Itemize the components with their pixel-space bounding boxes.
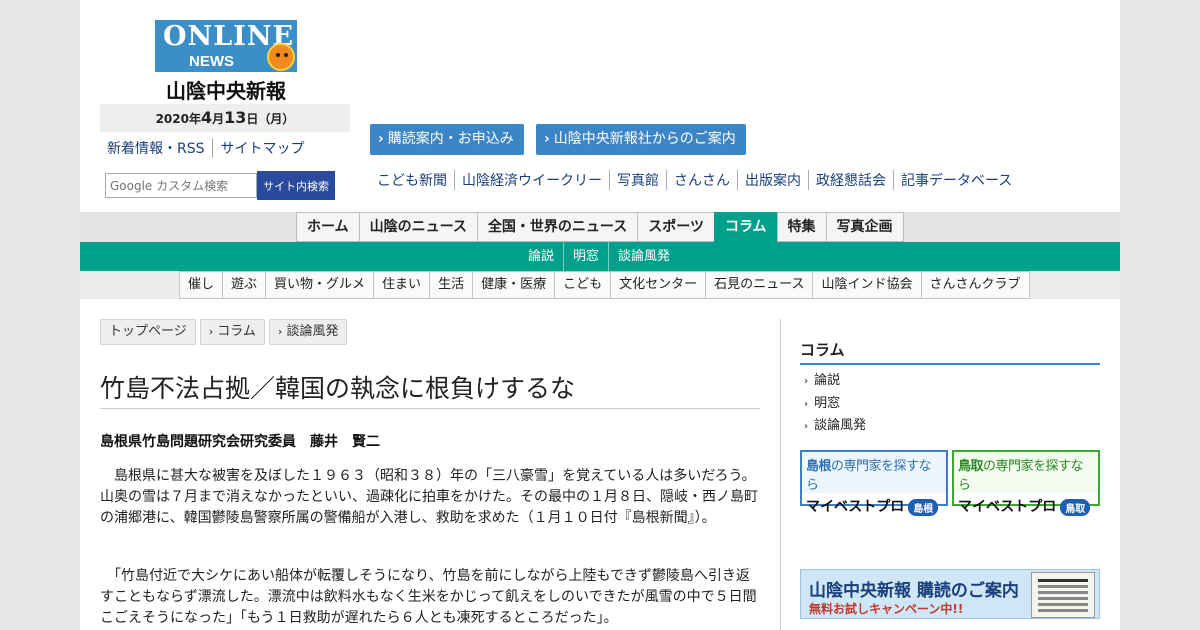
nav-national-world-news[interactable]: 全国・世界のニュース	[476, 212, 638, 242]
logo-news-text: NEWS	[189, 53, 234, 70]
banner-tottori-tagline: 鳥取の専門家を探すなら	[954, 452, 1098, 493]
breadcrumb-danron-label: 談論風発	[286, 324, 339, 339]
subscription-banner-title: 山陰中央新報 購読のご案内	[809, 581, 1019, 601]
sidebar-list: › 論説 › 明窓 › 談論風発	[804, 370, 866, 438]
category-kids[interactable]: こども	[554, 271, 611, 299]
nav-sports[interactable]: スポーツ	[637, 212, 714, 242]
subscribe-info-label: 購読案内・お申込み	[387, 131, 514, 147]
mybestpro-tottori-banner[interactable]: 鳥取の専門家を探すなら マイベストプロ 鳥取	[952, 450, 1100, 516]
category-culture-center[interactable]: 文化センター	[610, 271, 706, 299]
company-info-label: 山陰中央新報社からのご案内	[553, 131, 736, 147]
link-news-rss[interactable]: 新着情報・RSS	[107, 138, 212, 158]
banner-tottori-pill: 鳥取	[1060, 498, 1091, 516]
nav-home[interactable]: ホーム	[296, 212, 359, 242]
chevron-right-icon: ›	[544, 131, 550, 147]
subscribe-info-button[interactable]: › 購読案内・お申込み	[370, 124, 524, 155]
breadcrumb-top-label: トップページ	[109, 324, 187, 339]
sidebar-item-ronsetsu[interactable]: › 論説	[804, 370, 866, 393]
banner-shimane-region: 島根	[806, 459, 832, 474]
chevron-right-icon: ›	[277, 325, 283, 338]
chevron-right-icon: ›	[378, 131, 384, 147]
date-month-unit: 月	[212, 112, 225, 126]
subscription-banner[interactable]: 山陰中央新報 購読のご案内 無料お試しキャンペーン中!!	[800, 569, 1100, 619]
mybestpro-shimane-banner[interactable]: 島根の専門家を探すなら マイベストプロ 島根	[800, 450, 948, 516]
link-sitemap[interactable]: サイトマップ	[211, 138, 312, 158]
site-search: サイト内検索	[105, 171, 335, 200]
banner-tottori-brand: マイベストプロ 鳥取	[954, 493, 1098, 516]
category-events[interactable]: 催し	[179, 271, 223, 299]
nav-features[interactable]: 特集	[776, 212, 826, 242]
date-year: 2020年	[155, 112, 201, 126]
column-link-danron[interactable]: 談論風発	[608, 242, 679, 271]
category-life[interactable]: 生活	[429, 271, 473, 299]
header-links: 新着情報・RSS サイトマップ	[107, 138, 312, 158]
logo-badge: ONLINE NEWS	[155, 20, 297, 72]
column-link-meiso[interactable]: 明窓	[563, 242, 608, 271]
category-health[interactable]: 健康・医療	[472, 271, 555, 299]
column-link-ronsetsu[interactable]: 論説	[519, 242, 563, 271]
chevron-right-icon: ›	[804, 376, 809, 387]
category-iwami-news[interactable]: 石見のニュース	[705, 271, 813, 299]
article-title: 竹島不法占拠／韓国の執念に根負けするな	[100, 369, 760, 409]
site-logo[interactable]: ONLINE NEWS 山陰中央新報	[155, 20, 297, 104]
search-input[interactable]	[105, 173, 257, 198]
link-kids-news[interactable]: こども新聞	[370, 170, 454, 190]
link-economy-weekly[interactable]: 山陰経済ウイークリー	[454, 170, 609, 190]
banner-shimane-pill: 島根	[908, 498, 939, 516]
sidebar-item-label: 論説	[814, 373, 841, 388]
mascot-icon	[267, 43, 295, 71]
category-nav: 催し 遊ぶ 買い物・グルメ 住まい 生活 健康・医療 こども 文化センター 石見…	[179, 271, 1030, 299]
banner-tottori-region: 鳥取	[958, 459, 984, 474]
nav-photo-projects[interactable]: 写真企画	[825, 212, 904, 242]
category-sansan-club[interactable]: さんさんクラブ	[920, 271, 1030, 299]
breadcrumb-top[interactable]: トップページ	[100, 319, 196, 345]
breadcrumb-danron[interactable]: › 談論風発	[268, 319, 348, 345]
link-seikei-forum[interactable]: 政経懇話会	[808, 170, 893, 190]
nav-column[interactable]: コラム	[713, 212, 777, 242]
sidebar-item-meiso[interactable]: › 明窓	[804, 393, 866, 416]
chevron-right-icon: ›	[804, 398, 809, 410]
article-paragraph: 「竹島付近で大シケにあい船体が転覆しそうになり、竹島を前にしながら上陸もできず鬱…	[100, 568, 757, 626]
category-india-association[interactable]: 山陰インド協会	[812, 271, 921, 299]
search-button[interactable]: サイト内検索	[257, 171, 335, 200]
chevron-right-icon: ›	[804, 421, 809, 432]
service-links: こども新聞 山陰経済ウイークリー 写真館 さんさん 出版案内 政経懇話会 記事デ…	[370, 170, 1019, 190]
date-display: 2020年4月13日（月）	[100, 104, 350, 132]
breadcrumb-column-label: コラム	[217, 324, 256, 339]
link-article-database[interactable]: 記事データベース	[893, 170, 1019, 190]
chevron-right-icon: ›	[208, 325, 214, 338]
banner-shimane-tagline: 島根の専門家を探すなら	[802, 452, 946, 493]
breadcrumb: トップページ › コラム › 談論風発	[100, 319, 348, 345]
newspaper-icon	[1031, 572, 1095, 618]
banner-shimane-brand: マイベストプロ 島根	[802, 493, 946, 516]
company-info-button[interactable]: › 山陰中央新報社からのご案内	[536, 124, 746, 155]
main-nav: ホーム 山陰のニュース 全国・世界のニュース スポーツ コラム 特集 写真企画	[296, 212, 904, 242]
date-day: 13	[224, 108, 247, 127]
sidebar-heading: コラム	[800, 339, 1100, 365]
date-month: 4	[200, 108, 213, 127]
nav-sanin-news[interactable]: 山陰のニュース	[358, 212, 477, 242]
date-day-unit: 日（月）	[246, 112, 295, 126]
column-subnav: 論説 明窓 談論風発	[519, 242, 679, 271]
logo-newspaper-name: 山陰中央新報	[166, 79, 286, 103]
page: ONLINE NEWS 山陰中央新報 2020年4月13日（月） 新着情報・RS…	[80, 0, 1120, 630]
category-shopping-gourmet[interactable]: 買い物・グルメ	[265, 271, 374, 299]
link-photo-gallery[interactable]: 写真館	[609, 170, 666, 190]
link-publishing[interactable]: 出版案内	[737, 170, 808, 190]
subscription-banner-subtitle: 無料お試しキャンペーン中!!	[809, 602, 964, 616]
article-paragraph: 島根県に甚大な被害を及ぼした１９６３（昭和３８）年の「三八豪雪」を覚えている人は…	[100, 468, 758, 526]
banner-brand-name: マイベストプロ	[958, 499, 1057, 515]
article-author: 島根県竹島問題研究会研究委員 藤井 賢二	[100, 434, 380, 450]
column-divider	[780, 319, 781, 630]
link-sansan[interactable]: さんさん	[666, 170, 737, 190]
category-housing[interactable]: 住まい	[373, 271, 430, 299]
sidebar-item-danron[interactable]: › 談論風発	[804, 415, 866, 438]
banner-brand-name: マイベストプロ	[806, 499, 905, 515]
sidebar-item-label: 明窓	[814, 395, 841, 411]
category-play[interactable]: 遊ぶ	[222, 271, 266, 299]
breadcrumb-column[interactable]: › コラム	[199, 319, 265, 345]
sidebar-item-label: 談論風発	[814, 418, 867, 433]
